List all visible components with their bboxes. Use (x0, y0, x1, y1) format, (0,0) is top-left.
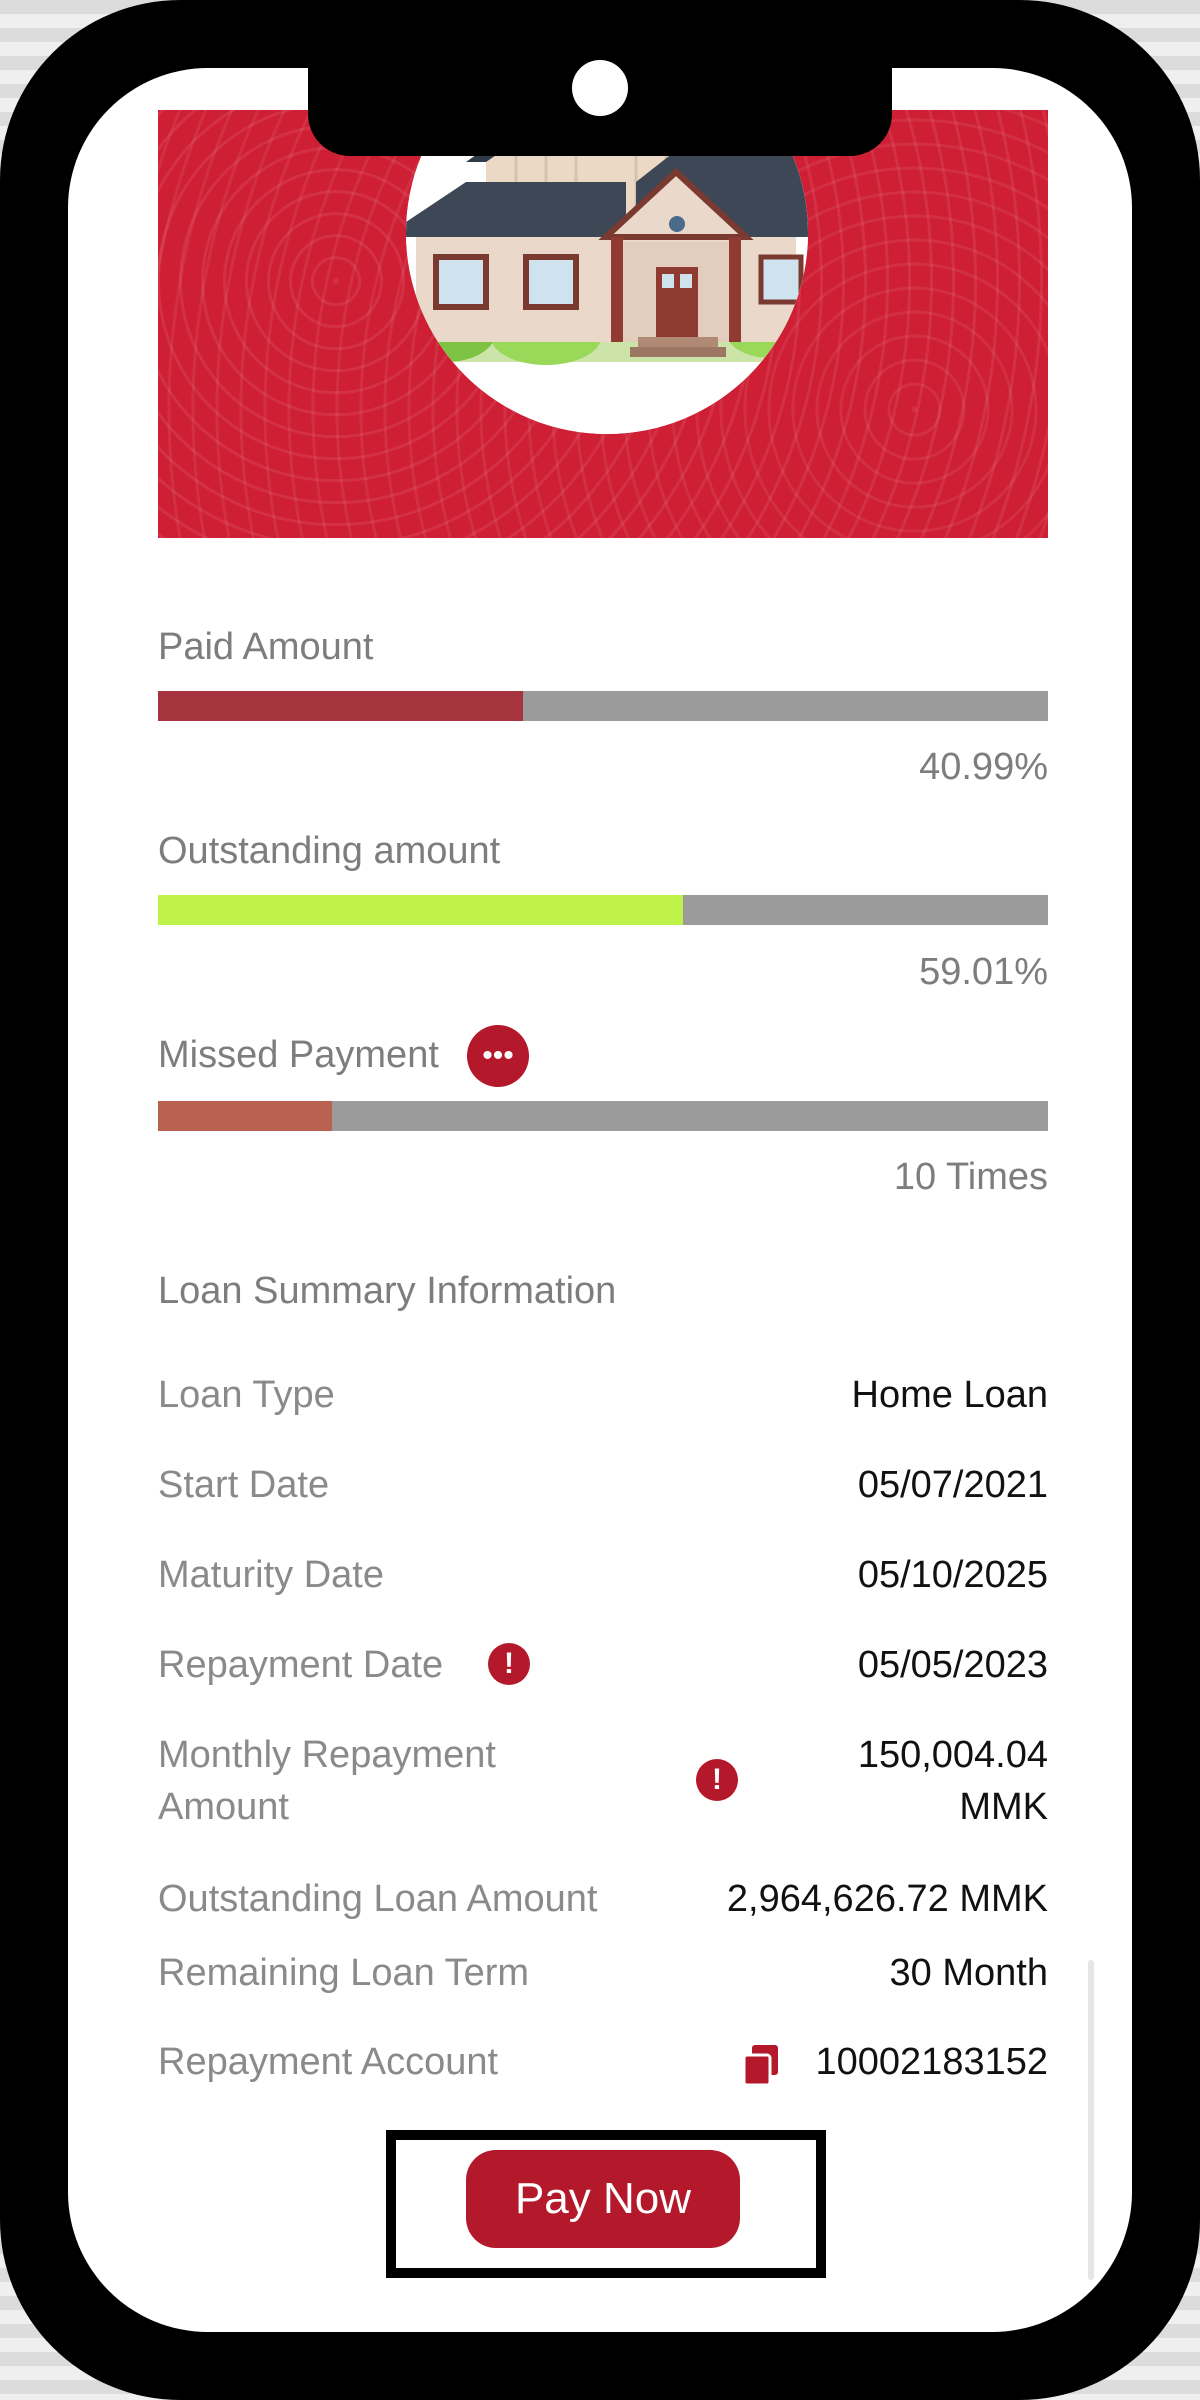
remaining-term-value: 30 Month (889, 1952, 1048, 1994)
hero-banner (158, 110, 1048, 538)
outstanding-loan-label: Outstanding Loan Amount (158, 1878, 598, 1920)
copy-icon[interactable] (742, 2045, 780, 2087)
loan-type-label: Loan Type (158, 1374, 335, 1416)
repayment-account-value: 10002183152 (815, 2041, 1048, 2083)
more-options-icon[interactable]: ••• (467, 1025, 529, 1087)
maturity-date-label: Maturity Date (158, 1554, 384, 1596)
missed-payment-label: Missed Payment (158, 1034, 439, 1076)
loan-type-value: Home Loan (851, 1374, 1048, 1416)
paid-amount-percent: 40.99% (919, 746, 1048, 788)
missed-payment-count: 10 Times (893, 1156, 1048, 1198)
outstanding-amount-bar (158, 895, 1048, 925)
remaining-term-label: Remaining Loan Term (158, 1952, 530, 1994)
loan-summary-title: Loan Summary Information (158, 1270, 617, 1312)
camera-icon (572, 60, 628, 116)
outstanding-amount-fill (158, 895, 684, 925)
missed-payment-bar (158, 1101, 1048, 1131)
repayment-date-label: Repayment Date (158, 1644, 444, 1686)
monthly-repayment-info-icon[interactable]: ! (696, 1759, 738, 1801)
scrollbar[interactable] (1088, 1960, 1094, 2280)
paid-amount-label: Paid Amount (158, 626, 374, 668)
repayment-date-info-icon[interactable]: ! (488, 1643, 530, 1685)
missed-payment-fill (158, 1101, 333, 1131)
paid-amount-bar (158, 691, 1048, 721)
pay-now-button[interactable]: Pay Now (466, 2150, 740, 2248)
start-date-value: 05/07/2021 (857, 1464, 1048, 1506)
outstanding-amount-percent: 59.01% (919, 951, 1048, 993)
repayment-date-value: 05/05/2023 (857, 1644, 1048, 1686)
house-illustration (406, 110, 808, 434)
monthly-repayment-label-line1: Monthly Repayment (158, 1734, 496, 1776)
outstanding-loan-value: 2,964,626.72 MMK (726, 1878, 1048, 1920)
maturity-date-value: 05/10/2025 (857, 1554, 1048, 1596)
paid-amount-fill (158, 691, 523, 721)
start-date-label: Start Date (158, 1464, 330, 1506)
monthly-repayment-value-line1: 150,004.04 (857, 1734, 1048, 1776)
repayment-account-label: Repayment Account (158, 2041, 499, 2083)
monthly-repayment-label-line2: Amount (158, 1786, 289, 1828)
outstanding-amount-label: Outstanding amount (158, 830, 501, 872)
monthly-repayment-value-line2: MMK (959, 1786, 1048, 1828)
